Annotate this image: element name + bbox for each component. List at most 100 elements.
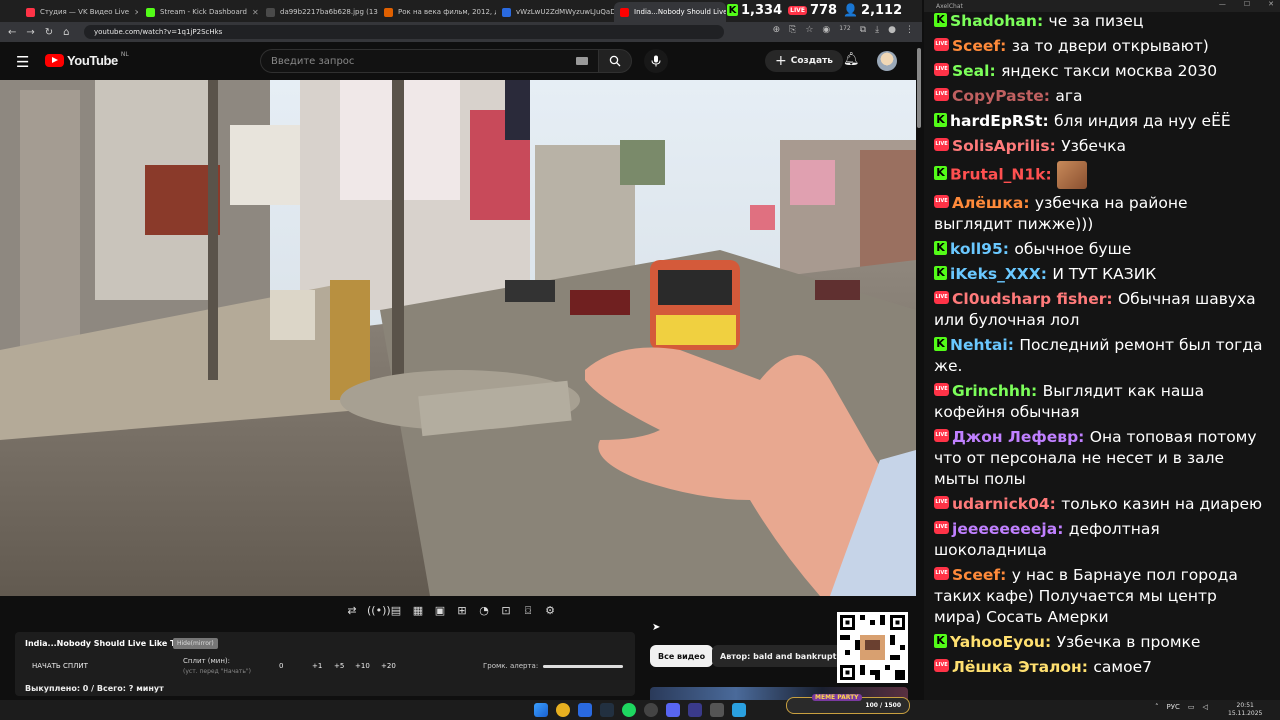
spotify-icon[interactable] [622, 703, 636, 717]
settings-gear-icon[interactable]: ⚙ [543, 604, 557, 618]
broadcast-icon[interactable]: ((•)) [367, 604, 391, 618]
notifications-bell-icon[interactable]: 🔔︎ [843, 52, 860, 67]
clock[interactable]: 20:51 15.11.2025 [1228, 702, 1262, 718]
tab-title: India...Nobody Should Live [634, 8, 726, 16]
chat-nickname[interactable]: iKeks_XXX [950, 265, 1041, 283]
chat-nickname[interactable]: Джон Лефевр [952, 428, 1078, 446]
chip-author[interactable]: Автор: bald and bankrupt [712, 645, 845, 667]
kick-logo-icon: K [727, 4, 738, 16]
zoom-icon[interactable]: ⊕ [773, 25, 781, 35]
chat-separator: : [1106, 290, 1118, 308]
tab-vk-studio[interactable]: Студия — VK Видео Live ✕ [20, 2, 138, 22]
chat-text: ага [1055, 87, 1083, 105]
screenshot-camera-icon[interactable]: ⌼ [521, 604, 535, 618]
app-icon[interactable] [710, 703, 724, 717]
network-icon[interactable]: ▭ [1188, 703, 1195, 711]
clapper-icon[interactable]: ▦ [411, 604, 425, 618]
chip-all-videos[interactable]: Все видео [650, 645, 714, 667]
vk-viewer-count: LIVE 778 [788, 3, 837, 18]
loop-icon[interactable]: ⇄ [345, 604, 359, 618]
chat-nickname[interactable]: jeeeeeeeeja [952, 520, 1057, 538]
search-input[interactable]: Введите запрос [260, 49, 598, 73]
chat-nickname[interactable]: hardEpRSt [950, 112, 1042, 130]
windows-start-icon[interactable] [534, 703, 548, 717]
tab-vk[interactable]: vWzLwU2ZdMWyzuwLJuQaD1 [496, 2, 614, 22]
add-20-button[interactable]: +20 [381, 662, 396, 670]
chat-separator: : [1036, 12, 1049, 30]
maximize-icon[interactable]: ☐ [1244, 0, 1250, 8]
chevron-up-icon[interactable]: ˄ [1155, 703, 1159, 711]
chat-separator: : [1081, 658, 1094, 676]
share-icon[interactable]: ⎘ [789, 25, 796, 35]
chat-nickname[interactable]: Sceef [952, 566, 1000, 584]
browser-menu-icon[interactable]: ⋮ [905, 25, 914, 35]
tab-kick-dashboard[interactable]: Stream - Kick Dashboard ✕ [140, 2, 258, 22]
profile-icon[interactable]: ● [888, 25, 896, 35]
create-button[interactable]: + Создать [765, 50, 844, 72]
add-frame-icon[interactable]: ⊡ [499, 604, 513, 618]
close-tab-icon[interactable]: ✕ [252, 8, 258, 17]
keyboard-icon[interactable] [576, 57, 588, 65]
picture-in-picture-icon[interactable]: ▣ [433, 604, 447, 618]
grid-icon[interactable]: ⊞ [455, 604, 469, 618]
forward-icon[interactable]: → [26, 27, 34, 38]
url-field[interactable]: youtube.com/watch?v=1q1jP2ScHks [84, 25, 724, 39]
download-icon[interactable]: ⤓ [875, 25, 879, 35]
language-indicator[interactable]: РУС [1167, 703, 1180, 711]
chat-nickname[interactable]: Shadohan [950, 12, 1037, 30]
extensions-puzzle-icon[interactable]: ⧉ [860, 25, 866, 35]
add-5-button[interactable]: +5 [334, 662, 344, 670]
steam-icon[interactable] [600, 703, 614, 717]
chat-nickname[interactable]: Seal [952, 62, 989, 80]
bookmark-star-icon[interactable]: ☆ [805, 25, 813, 35]
volume-icon[interactable]: ◁ [1203, 703, 1208, 711]
back-icon[interactable]: ← [8, 27, 16, 38]
chat-nickname[interactable]: udarnick04 [952, 495, 1050, 513]
tab-image[interactable]: da99b2217ba6b628.jpg (1358... [260, 2, 378, 22]
chat-nickname[interactable]: Grinchhh [952, 382, 1031, 400]
obs-icon[interactable] [644, 703, 658, 717]
page-scrollbar[interactable] [916, 42, 922, 696]
chat-nickname[interactable]: YahooEyou [950, 633, 1045, 651]
video-player[interactable] [0, 80, 916, 596]
chat-text: бля индия да нуу еЁЁ [1054, 112, 1231, 130]
user-avatar[interactable] [877, 51, 897, 71]
youtube-logo[interactable]: YouTube NL [45, 51, 129, 68]
start-split-button[interactable]: НАЧАТЬ СПЛИТ [32, 662, 88, 670]
tab-youtube-video[interactable]: India...Nobody Should Live [614, 2, 726, 22]
search-button[interactable] [598, 49, 632, 73]
chat-nickname[interactable]: Лёшка Эталон [952, 658, 1082, 676]
chat-nickname[interactable]: Cl0udsharp fisher [952, 290, 1106, 308]
voice-search-button[interactable] [644, 49, 668, 73]
extension-icon[interactable]: ◉ [822, 25, 830, 35]
home-icon[interactable]: ⌂ [63, 27, 69, 38]
speed-gauge-icon[interactable]: ◔ [477, 604, 491, 618]
telegram-icon[interactable] [732, 703, 746, 717]
chat-nickname[interactable]: koll95 [950, 240, 1003, 258]
image-favicon-icon [266, 7, 275, 17]
subtitles-settings-icon[interactable]: ▤ [389, 604, 403, 618]
app-icon[interactable] [578, 703, 592, 717]
media-player-icon[interactable] [688, 703, 702, 717]
tab-movie[interactable]: Рок на века фильм, 2012, дата [378, 2, 496, 22]
hamburger-menu-icon[interactable]: ☰ [16, 53, 29, 71]
close-icon[interactable]: ✕ [1268, 0, 1274, 8]
discord-icon[interactable] [666, 703, 680, 717]
chat-nickname[interactable]: Nehtai [950, 336, 1008, 354]
chat-nickname[interactable]: CopyPaste [952, 87, 1044, 105]
add-1-button[interactable]: +1 [312, 662, 322, 670]
add-10-button[interactable]: +10 [355, 662, 370, 670]
chat-nickname[interactable]: Sceef [952, 37, 1000, 55]
chat-nickname[interactable]: SolisAprilis [952, 137, 1050, 155]
close-tab-icon[interactable]: ✕ [134, 8, 138, 17]
scrollbar-thumb[interactable] [917, 48, 921, 128]
chat-nickname[interactable]: Алёшка [952, 194, 1023, 212]
reload-icon[interactable]: ↻ [45, 27, 53, 38]
chrome-icon[interactable] [556, 703, 570, 717]
hide-button[interactable]: Hide(mirror) [173, 638, 218, 649]
kick-favicon-icon [146, 7, 155, 17]
chat-nickname[interactable]: Brutal_N1k [950, 166, 1046, 184]
minimize-icon[interactable]: — [1219, 0, 1226, 8]
alert-volume-slider[interactable] [543, 665, 623, 668]
tab-title: Студия — VK Видео Live [40, 8, 130, 16]
